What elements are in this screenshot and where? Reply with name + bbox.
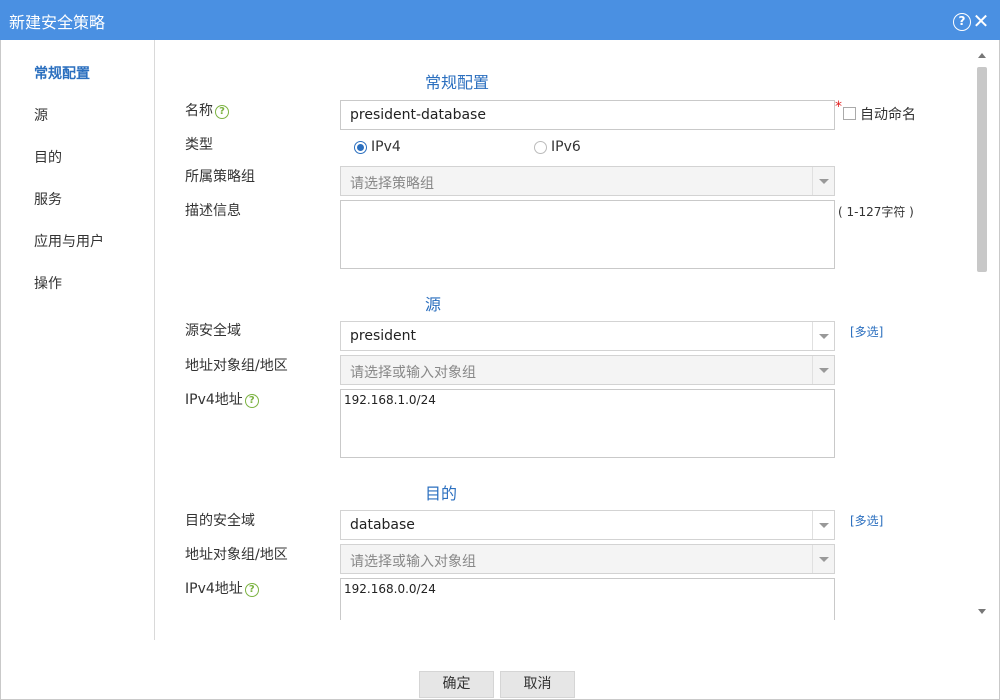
name-input[interactable]: president-database [340,100,835,130]
chevron-down-icon[interactable] [812,322,834,350]
scroll-up-icon[interactable] [978,53,986,58]
dest-multi-select-link[interactable]: [多选] [850,512,883,529]
source-addr-group-select[interactable]: 请选择或输入对象组 [340,355,835,385]
source-addr-group-label: 地址对象组/地区 [185,358,288,374]
description-label: 描述信息 [185,203,241,219]
dest-addr-group-placeholder: 请选择或输入对象组 [350,554,476,570]
dest-ipv4-label-text: IPv4地址 [185,581,243,597]
dest-addr-group-select[interactable]: 请选择或输入对象组 [340,544,835,574]
chevron-down-icon[interactable] [812,511,834,539]
source-ipv4-textarea[interactable]: 192.168.1.0/24 [340,389,835,458]
nav-item-action[interactable]: 操作 [34,273,62,293]
nav-item-general[interactable]: 常规配置 [34,63,90,83]
form-scroll-area[interactable]: 常规配置 名称? president-database * 自动命名 类型 IP… [156,40,992,620]
auto-name-label: 自动命名 [860,107,916,123]
policy-group-placeholder: 请选择策略组 [350,176,434,192]
type-label: 类型 [185,137,213,153]
side-navigation: 常规配置 源 目的 服务 应用与用户 操作 [0,40,155,640]
source-zone-label: 源安全域 [185,323,241,339]
radio-ipv6[interactable] [534,141,547,154]
radio-ipv6-label: IPv6 [551,139,581,155]
scroll-down-icon[interactable] [978,609,986,614]
source-ipv4-label: IPv4地址? [185,389,259,409]
dest-ipv4-textarea[interactable]: 192.168.0.0/24 [340,578,835,620]
dest-zone-value: database [350,517,415,533]
section-title-source: 源 [425,295,442,314]
source-multi-select-link[interactable]: [多选] [850,323,883,340]
description-length-hint: ( 1-127字符 ) [838,205,914,219]
chevron-down-icon[interactable] [812,356,834,384]
dest-addr-group-label: 地址对象组/地区 [185,547,288,563]
source-zone-value: president [350,328,416,344]
source-ipv4-label-text: IPv4地址 [185,392,243,408]
close-icon[interactable]: ✕ [972,11,990,31]
dest-zone-label: 目的安全域 [185,513,255,529]
nav-item-service[interactable]: 服务 [34,189,62,209]
description-textarea[interactable] [340,200,835,269]
radio-ipv4[interactable] [354,141,367,154]
section-title-general: 常规配置 [425,73,490,92]
required-marker: * [835,99,842,115]
question-circle-icon[interactable]: ? [953,13,971,31]
dest-zone-select[interactable]: database [340,510,835,540]
chevron-down-icon[interactable] [812,167,834,195]
source-addr-group-placeholder: 请选择或输入对象组 [350,365,476,381]
name-label: 名称? [185,100,229,120]
name-label-text: 名称 [185,103,213,119]
source-zone-select[interactable]: president [340,321,835,351]
ok-button[interactable]: 确定 [419,671,494,698]
policy-group-label: 所属策略组 [185,169,255,185]
help-icon[interactable]: ? [244,394,259,408]
section-title-destination: 目的 [425,484,458,503]
nav-item-app-user[interactable]: 应用与用户 [34,231,104,251]
help-icon[interactable]: ? [215,105,229,119]
help-icon[interactable]: ? [244,583,259,597]
auto-name-checkbox[interactable] [843,107,856,120]
vertical-scrollbar[interactable] [975,50,989,620]
radio-ipv4-label: IPv4 [371,139,401,155]
nav-item-source[interactable]: 源 [34,105,48,125]
dialog-titlebar: 新建安全策略 ? ✕ [0,0,1000,40]
dialog-title: 新建安全策略 [9,13,106,32]
dest-ipv4-label: IPv4地址? [185,578,259,598]
scroll-thumb[interactable] [977,67,987,272]
nav-item-destination[interactable]: 目的 [34,147,62,167]
cancel-button[interactable]: 取消 [500,671,575,698]
policy-group-select[interactable]: 请选择策略组 [340,166,835,196]
chevron-down-icon[interactable] [812,545,834,573]
